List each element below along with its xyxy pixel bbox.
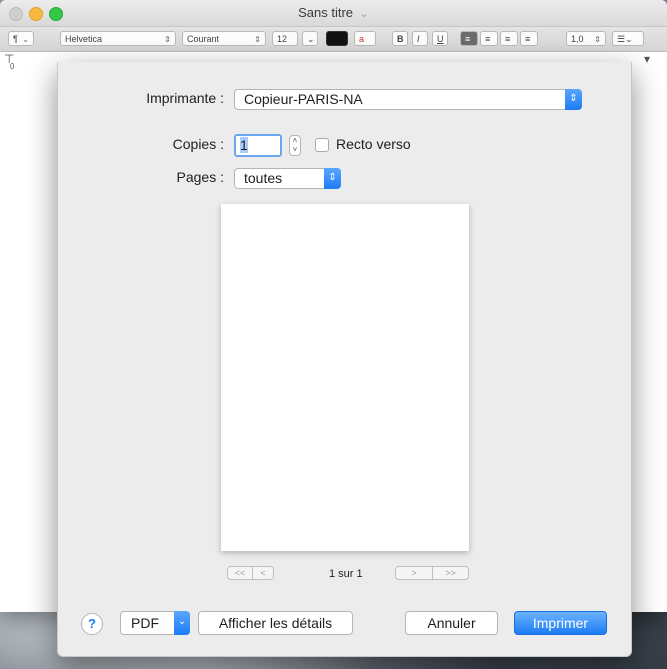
right-margin-marker-icon[interactable]: ▾: [644, 52, 650, 66]
updown-icon: ⇕: [254, 35, 261, 44]
first-page-button[interactable]: <<: [227, 566, 253, 580]
print-button[interactable]: Imprimer: [514, 611, 607, 635]
question-icon: ?: [88, 616, 96, 631]
paragraph-style-menu[interactable]: ¶ ⌄: [8, 31, 34, 46]
italic-button[interactable]: I: [412, 31, 428, 46]
updown-icon: ⇕: [164, 35, 171, 44]
format-toolbar: ¶ ⌄ Helvetica ⇕ Courant ⇕ 12 ⌄ a B I U ≡ ≡ …: [0, 27, 667, 52]
cancel-button[interactable]: Annuler: [405, 611, 498, 635]
justify-icon: ≡: [525, 34, 531, 44]
font-style-select[interactable]: Courant ⇕: [182, 31, 266, 46]
printer-value: Copieur-PARIS-NA: [244, 91, 363, 107]
align-left-button[interactable]: ≡: [460, 31, 478, 46]
copies-stepper[interactable]: ˄ ˅: [289, 135, 301, 156]
window-title-text: Sans titre: [298, 5, 354, 20]
chevron-down-icon: ⌄: [307, 34, 315, 44]
show-details-label: Afficher les détails: [218, 615, 333, 631]
last-page-button[interactable]: >>: [432, 566, 469, 580]
underline-label: U: [437, 34, 444, 44]
title-bar: Sans titre ⌄: [0, 0, 667, 27]
previous-page-button[interactable]: <: [252, 566, 274, 580]
line-spacing-select[interactable]: 1,0 ⇕: [566, 31, 606, 46]
pages-label: Pages :: [176, 169, 224, 185]
pdf-label: PDF: [131, 615, 159, 631]
bold-label: B: [397, 34, 404, 44]
copies-label: Copies :: [172, 136, 224, 152]
font-size-value: 12: [277, 34, 288, 44]
underline-button[interactable]: U: [432, 31, 448, 46]
highlight-color-button[interactable]: a: [354, 31, 376, 46]
font-family-value: Helvetica: [65, 34, 103, 44]
previous-page-icon: <: [260, 568, 266, 578]
align-center-icon: ≡: [485, 34, 491, 44]
font-size-menu[interactable]: ⌄: [302, 31, 318, 46]
print-preview-page: [221, 204, 469, 551]
help-button[interactable]: ?: [81, 613, 103, 635]
align-right-icon: ≡: [505, 34, 511, 44]
copies-input[interactable]: 1: [234, 134, 282, 157]
font-style-value: Courant: [187, 34, 220, 44]
align-right-button[interactable]: ≡: [500, 31, 518, 46]
show-details-button[interactable]: Afficher les détails: [198, 611, 353, 635]
ruler-zero-label: 0: [10, 62, 15, 71]
list-style-menu[interactable]: ☰⌄: [612, 31, 644, 46]
align-center-button[interactable]: ≡: [480, 31, 498, 46]
italic-label: I: [417, 34, 420, 44]
strikethrough-color-icon: a: [359, 34, 365, 44]
bold-button[interactable]: B: [392, 31, 408, 46]
pages-value: toutes: [244, 170, 283, 186]
print-label: Imprimer: [532, 615, 589, 631]
updown-icon: ⇕: [565, 89, 582, 110]
window-title: Sans titre ⌄: [0, 5, 667, 20]
first-page-icon: <<: [234, 568, 246, 578]
cancel-label: Annuler: [427, 615, 476, 631]
copies-value: 1: [240, 137, 248, 153]
updown-icon: ⇕: [324, 168, 341, 189]
line-spacing-value: 1,0: [571, 34, 584, 44]
chevron-down-icon[interactable]: ⌄: [360, 8, 369, 20]
chevron-down-icon: ⌄: [22, 35, 29, 44]
text-color-button[interactable]: [326, 31, 348, 46]
print-dialog: Imprimante : Copieur-PARIS-NA ⇕ Copies :…: [57, 62, 632, 657]
font-family-select[interactable]: Helvetica ⇕: [60, 31, 176, 46]
align-left-icon: ≡: [465, 34, 471, 44]
updown-icon: ⇕: [594, 35, 601, 44]
next-page-button[interactable]: >: [395, 566, 433, 580]
justify-button[interactable]: ≡: [520, 31, 538, 46]
font-size-field[interactable]: 12: [272, 31, 298, 46]
paragraph-icon: ¶: [13, 34, 18, 44]
printer-label: Imprimante :: [146, 90, 224, 106]
chevron-down-icon: ⌄: [174, 611, 190, 635]
page-info: 1 sur 1: [329, 568, 363, 580]
duplex-label: Recto verso: [336, 136, 411, 152]
chevron-down-icon[interactable]: ˅: [293, 145, 298, 154]
printer-select[interactable]: Copieur-PARIS-NA ⇕: [234, 89, 582, 110]
pages-select[interactable]: toutes ⇕: [234, 168, 341, 189]
next-page-icon: >: [411, 568, 417, 578]
duplex-checkbox[interactable]: [315, 138, 329, 152]
last-page-icon: >>: [445, 568, 456, 578]
list-icon: ☰⌄: [617, 34, 633, 44]
chevron-up-icon[interactable]: ˄: [293, 136, 298, 145]
pdf-menu-button[interactable]: PDF ⌄: [120, 611, 190, 635]
